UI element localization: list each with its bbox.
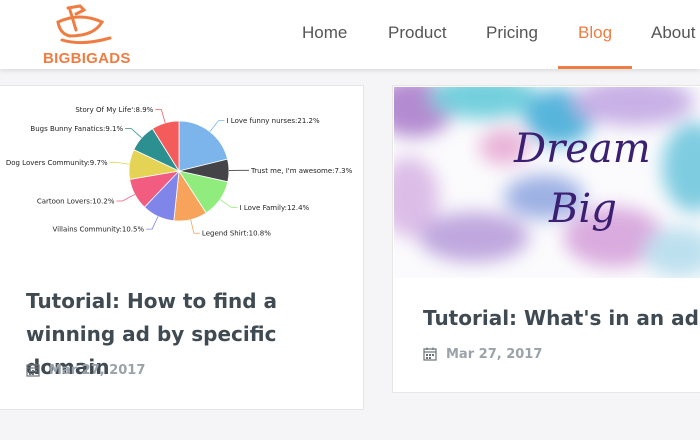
pie-slice-label: Trust me, I'm awesome:7.3% (250, 167, 353, 175)
pie-slice-label: I Love funny nurses:21.2% (227, 117, 320, 125)
nav-about[interactable]: About (651, 23, 695, 43)
pie-slice-label: Legend Shirt:10.8% (202, 230, 271, 238)
pie-chart-thumbnail[interactable]: I Love funny nurses:21.2% Trust me, I'm a… (0, 86, 363, 256)
pie-leader-line (125, 128, 142, 139)
blog-card-domain-tutorial[interactable]: I Love funny nurses:21.2% Trust me, I'm a… (0, 85, 364, 410)
pie-slice-label: Dog Lovers Community:9.7% (6, 159, 108, 167)
watercolor-background: Dream Big (394, 87, 700, 278)
nav-home[interactable]: Home (302, 23, 347, 43)
bigbigads-logo-icon (56, 4, 112, 45)
pie-slice-label: Cartoon Lovers:10.2% (37, 198, 115, 206)
pie-chart: I Love funny nurses:21.2% Trust me, I'm a… (6, 106, 353, 238)
pie-slice-label: Story Of My Life':8.9% (75, 106, 153, 114)
pie-leader-line (146, 216, 159, 230)
nav-product[interactable]: Product (388, 23, 447, 43)
post-date: Mar 27, 2017 (49, 363, 146, 378)
pie-leader-line (116, 194, 136, 202)
pie-leader-line (209, 120, 225, 132)
calendar-icon (26, 363, 40, 377)
pie-slice-label: Bugs Bunny Fanatics:9.1% (30, 125, 123, 133)
card-title-line-1[interactable]: Tutorial: How to find a (26, 285, 356, 318)
dream-text: Dream (513, 126, 651, 172)
pie-leader-line (155, 109, 166, 124)
logo-text: BIGBIGADS (43, 50, 131, 67)
dream-big-image[interactable]: Dream Big (394, 87, 700, 278)
pie-slice-label: I Love Family:12.4% (240, 204, 310, 212)
pie-leader-line (219, 199, 238, 208)
pie-leader-line (190, 219, 200, 234)
site-header: BIGBIGADS Home Product Pricing Blog Abou… (0, 0, 700, 69)
pie-slice-label: Villains Community:10.5% (53, 226, 145, 234)
nav-active-underline (558, 66, 632, 69)
nav-blog[interactable]: Blog (578, 23, 612, 43)
post-date: Mar 27, 2017 (446, 347, 543, 362)
blog-card-whats-in-an-ad[interactable]: Dream Big Tutorial: What's in an ad? Mar… (392, 85, 700, 393)
pie-leader-line (109, 161, 130, 165)
calendar-icon (423, 347, 437, 361)
logo[interactable]: BIGBIGADS (40, 2, 140, 68)
card-title[interactable]: Tutorial: What's in an ad? (423, 302, 700, 335)
nav-pricing[interactable]: Pricing (486, 23, 538, 43)
big-text: Big (548, 186, 617, 232)
